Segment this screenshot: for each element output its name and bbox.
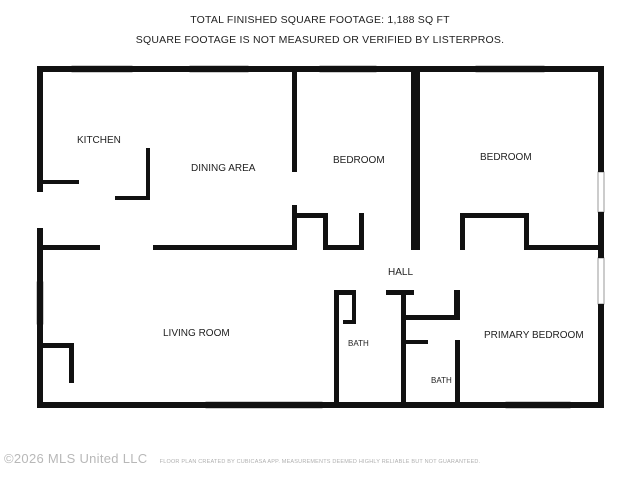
- wall: [323, 245, 364, 250]
- room-label-bedroom-2: BEDROOM: [480, 152, 532, 163]
- room-label-dining: DINING AREA: [191, 163, 256, 174]
- wall: [153, 245, 297, 250]
- wall: [352, 290, 356, 324]
- room-label-living: LIVING ROOM: [163, 328, 230, 339]
- wall: [43, 180, 79, 184]
- window: [597, 171, 605, 213]
- wall: [416, 72, 420, 250]
- wall: [401, 290, 406, 408]
- wall: [598, 304, 604, 408]
- wall: [406, 315, 460, 320]
- wall: [323, 213, 328, 250]
- wall: [292, 205, 297, 250]
- wall: [43, 245, 100, 250]
- room-label-bedroom-1: BEDROOM: [333, 155, 385, 166]
- wall: [37, 228, 43, 408]
- window: [597, 257, 605, 305]
- wall: [343, 320, 356, 324]
- wall: [454, 290, 460, 320]
- wall: [69, 343, 74, 383]
- wall: [37, 402, 604, 408]
- room-label-primary-bedroom: PRIMARY BEDROOM: [484, 330, 584, 341]
- wall: [598, 212, 604, 258]
- room-labels: KITCHEN DINING AREA BEDROOM BEDROOM HALL…: [77, 135, 584, 385]
- room-label-bath-2: BATH: [431, 376, 452, 385]
- wall: [146, 148, 150, 200]
- walls: [37, 66, 604, 408]
- wall: [460, 213, 465, 250]
- windows: [36, 65, 605, 409]
- wall: [292, 72, 297, 172]
- room-label-hall: HALL: [388, 267, 413, 278]
- wall: [334, 290, 339, 408]
- wall: [455, 340, 460, 408]
- wall: [37, 66, 43, 192]
- wall: [411, 72, 416, 250]
- wall: [386, 290, 414, 295]
- room-label-bath-1: BATH: [348, 339, 369, 348]
- wall: [37, 66, 604, 72]
- wall: [115, 196, 150, 200]
- wall: [359, 213, 364, 250]
- wall: [292, 213, 328, 218]
- wall: [460, 213, 527, 218]
- room-label-kitchen: KITCHEN: [77, 135, 121, 146]
- floor-plan: KITCHEN DINING AREA BEDROOM BEDROOM HALL…: [36, 65, 605, 409]
- wall: [524, 245, 598, 250]
- wall: [598, 66, 604, 172]
- wall: [406, 340, 428, 344]
- wall: [524, 213, 529, 250]
- floor-plan-credit: FLOOR PLAN CREATED BY CUBICASA APP. MEAS…: [159, 459, 481, 465]
